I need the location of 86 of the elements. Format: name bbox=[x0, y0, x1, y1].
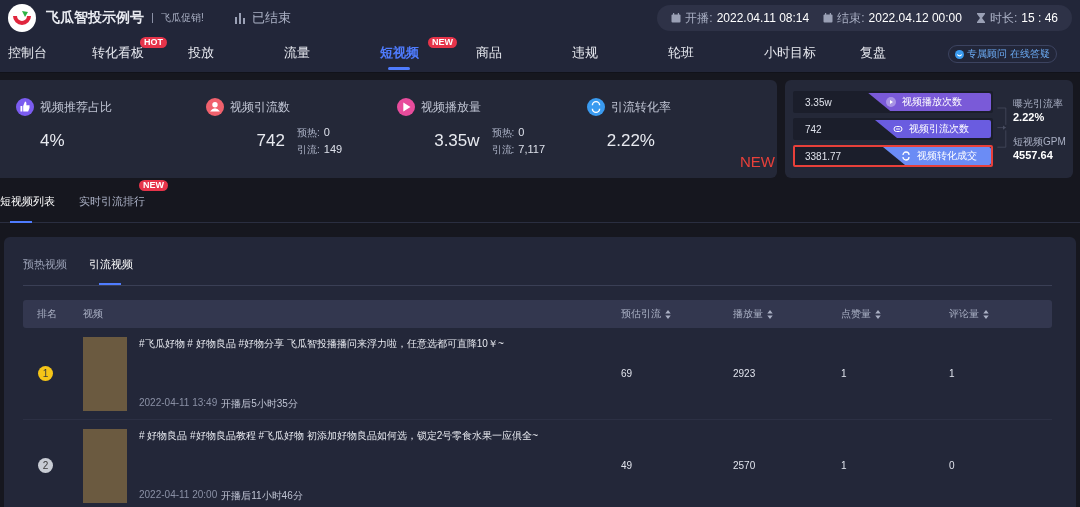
detail-value: 0 bbox=[323, 125, 330, 138]
detail-value: 149 bbox=[323, 142, 343, 155]
nav-tab[interactable]: 商品 bbox=[476, 36, 502, 72]
column-header: 播放量 bbox=[733, 307, 763, 321]
funnel-value: 3381.77 bbox=[804, 150, 843, 162]
column-header: 评论量 bbox=[949, 307, 979, 321]
tab-badge: HOT bbox=[140, 37, 167, 48]
nav-tab[interactable]: 小时目标 bbox=[764, 36, 816, 72]
medal-icon: 1 bbox=[38, 366, 53, 381]
sub-tab[interactable]: 预热视频 bbox=[23, 237, 67, 285]
sort-icon[interactable] bbox=[875, 309, 881, 319]
video-title: #飞瓜好物 # 好物良品 #好物分享 飞瓜智投播播问来浮力啦，任意选都可直降10￥~ bbox=[139, 336, 504, 351]
section-tab[interactable]: 短视频列表 bbox=[0, 178, 55, 222]
calendar-icon bbox=[671, 13, 682, 23]
rate-value: 2.22% bbox=[1013, 111, 1046, 123]
funnel-label: 视频转化成交 bbox=[883, 147, 991, 165]
rate-label: 曝光引流率 bbox=[1013, 97, 1064, 111]
detail-label: 预热: bbox=[491, 125, 515, 140]
funnel-label: 视频播放次数 bbox=[868, 93, 991, 111]
stat-value: 3.35w bbox=[434, 131, 480, 151]
column-header: 点赞量 bbox=[841, 307, 871, 321]
nav-tab[interactable]: 流量 bbox=[284, 36, 310, 72]
detail-value: 7,117 bbox=[518, 142, 546, 155]
sort-icon[interactable] bbox=[665, 309, 671, 319]
tab-badge: NEW bbox=[139, 180, 168, 191]
time-after-live: 开播后11小时46分 bbox=[221, 488, 303, 503]
column-header: 视频 bbox=[83, 307, 103, 321]
sort-icon[interactable] bbox=[767, 309, 773, 319]
detail-value: 0 bbox=[518, 125, 525, 138]
stat-label: 视频引流数 bbox=[230, 98, 291, 116]
logo-icon bbox=[8, 4, 36, 32]
nav-tab[interactable]: 短视频 bbox=[380, 36, 419, 72]
table-cell: 1 bbox=[841, 460, 847, 471]
table-cell: 69 bbox=[621, 368, 633, 379]
sub-tab[interactable]: 引流视频 bbox=[89, 237, 133, 285]
time-after-live: 开播后5小时35分 bbox=[221, 396, 298, 411]
stat-value: 2.22% bbox=[606, 131, 655, 151]
rate-label: 短视频GPM bbox=[1013, 135, 1066, 149]
time-value: 2022.04.12 00:00 bbox=[868, 11, 962, 25]
new-annotation: NEW bbox=[740, 153, 775, 170]
table-cell: 2923 bbox=[733, 368, 756, 379]
funnel-value: 742 bbox=[804, 123, 823, 135]
stat-label: 视频推荐占比 bbox=[40, 98, 112, 116]
convert-icon bbox=[901, 151, 911, 161]
time-label: 时长: bbox=[989, 9, 1018, 27]
nav-tab[interactable]: 轮班 bbox=[668, 36, 694, 72]
publish-time: 2022-04-11 13:49 bbox=[139, 396, 218, 410]
time-label: 结束: bbox=[837, 9, 865, 27]
calendar-icon bbox=[823, 13, 834, 23]
slogan: 飞瓜促销! bbox=[161, 11, 204, 25]
time-value: 15 : 46 bbox=[1021, 11, 1058, 25]
column-header: 预估引流 bbox=[621, 307, 661, 321]
table-cell: 1 bbox=[841, 368, 847, 379]
funnel-value: 3.35w bbox=[804, 96, 833, 108]
table-cell: 0 bbox=[949, 460, 955, 471]
link-icon bbox=[893, 124, 903, 134]
table-cell: 1 bbox=[949, 368, 955, 379]
nav-tab[interactable]: 违规 bbox=[572, 36, 598, 72]
funnel-label: 视频引流次数 bbox=[875, 120, 991, 138]
time-label: 开播: bbox=[685, 9, 713, 27]
column-header: 排名 bbox=[37, 307, 57, 321]
bar-chart-icon bbox=[233, 12, 246, 24]
video-title: # 好物良品 #好物良品教程 #飞瓜好物 初添加好物良品如何选，锁定2号零食水果一应俱全~ bbox=[139, 428, 539, 443]
chat-icon bbox=[955, 49, 964, 59]
medal-icon: 2 bbox=[38, 458, 53, 473]
detail-label: 引流: bbox=[491, 142, 515, 157]
hourglass-icon bbox=[975, 13, 986, 23]
live-status: 已结束 bbox=[251, 9, 291, 27]
publish-time: 2022-04-11 20:00 bbox=[139, 488, 218, 502]
table-cell: 2570 bbox=[733, 460, 756, 471]
nav-tab[interactable]: 复盘 bbox=[860, 36, 886, 72]
detail-label: 引流: bbox=[297, 142, 320, 157]
stat-value: 4% bbox=[40, 131, 65, 151]
detail-label: 预热: bbox=[297, 125, 320, 140]
stat-value: 742 bbox=[256, 131, 285, 151]
table-cell: 49 bbox=[621, 460, 633, 471]
tab-badge: NEW bbox=[428, 37, 457, 48]
stat-label: 引流转化率 bbox=[610, 98, 671, 116]
play-icon bbox=[886, 97, 897, 107]
sort-icon[interactable] bbox=[983, 309, 989, 319]
nav-tab[interactable]: 控制台 bbox=[8, 36, 47, 72]
time-value: 2022.04.11 08:14 bbox=[716, 11, 810, 25]
account-name: 飞瓜智投示例号 bbox=[46, 9, 144, 27]
nav-tab[interactable]: 投放 bbox=[188, 36, 214, 72]
stat-label: 视频播放量 bbox=[420, 98, 481, 116]
rate-value: 4557.64 bbox=[1013, 149, 1054, 161]
